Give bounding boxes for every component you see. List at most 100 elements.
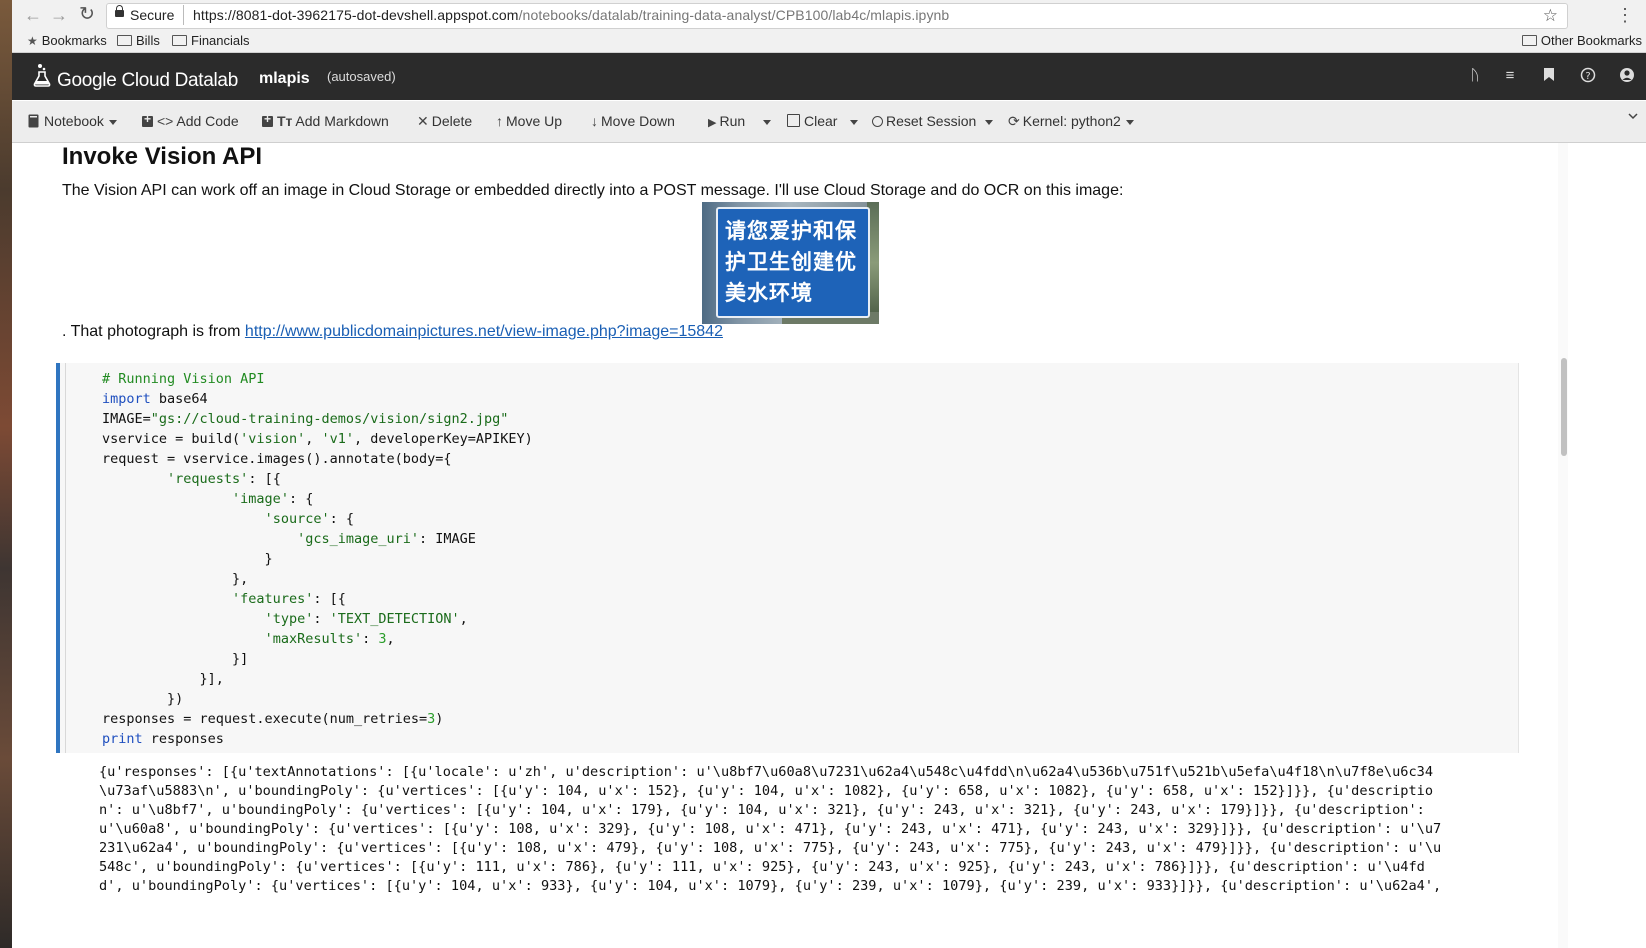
delete-button[interactable]: ✕ Delete [417, 113, 472, 130]
code-editor[interactable]: # Running Vision API import base64 IMAGE… [102, 369, 533, 749]
url-omnibox[interactable]: Secure https://8081-dot-3962175-dot-devs… [106, 3, 1568, 29]
clear-label: Clear [804, 113, 838, 129]
code-line: IMAGE="gs://cloud-training-demos/vision/… [102, 411, 509, 427]
add-markdown-button[interactable]: TтAdd Markdown [262, 112, 389, 129]
markdown-heading: Invoke Vision API [62, 143, 263, 170]
output-line: d', u'boundingPoly': {u'vertices': [{u'y… [99, 878, 1442, 894]
add-icon [142, 112, 153, 127]
bookmark-folder-bills[interactable]: Bills [117, 33, 160, 48]
code-line: vservice = build('vision', 'v1', develop… [102, 431, 533, 447]
run-label: Run [719, 113, 746, 129]
cell-gutter [65, 363, 66, 753]
reset-session-dropdown[interactable] [980, 113, 993, 129]
scrollbar-track[interactable] [1558, 143, 1568, 948]
code-line: 'source': { [264, 511, 354, 527]
output-line: 231\u62a4', u'boundingPoly': {u'vertices… [99, 840, 1442, 856]
other-bookmarks[interactable]: Other Bookmarks [1521, 33, 1642, 48]
arrow-down-icon: ↓ [591, 113, 598, 129]
save-status: (autosaved) [327, 69, 396, 84]
desktop-background [0, 0, 12, 948]
photo-source-line: . That photograph is from http://www.pub… [62, 323, 723, 341]
add-markdown-label: Add Markdown [295, 113, 389, 129]
collapse-toolbar-icon[interactable] [1628, 111, 1638, 121]
code-line: }] [102, 651, 249, 667]
move-up-button[interactable]: ↑ Move Up [496, 113, 562, 129]
reset-session-label: Reset Session [886, 113, 977, 129]
list-icon[interactable]: ≡ [1501, 67, 1519, 85]
account-icon[interactable] [1618, 67, 1636, 85]
circle-icon [872, 116, 883, 127]
datalab-header: Google Cloud Datalab mlapis (autosaved) … [12, 53, 1646, 100]
clear-dropdown[interactable] [845, 113, 858, 129]
sign-text-line: 请您爱护和保 [725, 220, 857, 243]
other-bookmarks-label: Other Bookmarks [1540, 33, 1642, 48]
code-cell[interactable]: # Running Vision API import base64 IMAGE… [56, 363, 1519, 753]
play-icon: ▶ [708, 117, 717, 129]
chevron-down-icon [763, 119, 771, 125]
arrow-up-icon: ↑ [496, 113, 503, 129]
kernel-label: Kernel: python2 [1022, 113, 1121, 129]
chevron-down-icon [985, 119, 993, 125]
code-line: }) [102, 691, 184, 707]
forward-arrow-icon[interactable]: → [48, 4, 70, 26]
star-icon: ★ [27, 34, 38, 48]
lock-icon [115, 5, 124, 17]
source-link[interactable]: http://www.publicdomainpictures.net/view… [245, 323, 723, 340]
close-icon: ✕ [417, 113, 429, 129]
code-line: 'image': { [232, 491, 314, 507]
branch-icon[interactable]: ᚢ [1466, 67, 1484, 85]
code-line: request = vservice.images().annotate(bod… [102, 451, 452, 467]
output-line: n': u'\u8bf7', u'boundingPoly': {u'verti… [99, 802, 1425, 818]
reload-icon[interactable]: ↻ [76, 4, 98, 26]
code-icon: <> [157, 113, 174, 129]
code-line: 'gcs_image_uri': IMAGE [297, 531, 476, 547]
cell-output: {u'responses': [{u'textAnnotations': [{u… [99, 763, 1519, 896]
code-line: 'features': [{ [232, 591, 346, 607]
chevron-down-icon [1125, 119, 1134, 125]
scrollbar-thumb[interactable] [1561, 358, 1567, 456]
notebook-name[interactable]: mlapis [259, 70, 310, 88]
datalab-logo-text[interactable]: Google Cloud Datalab [57, 70, 238, 92]
bookmark-icon[interactable] [1540, 67, 1558, 85]
output-line: \u73af\u5883\n', u'boundingPoly': {u'ver… [99, 783, 1434, 799]
code-line: 'requests': [{ [167, 471, 281, 487]
move-down-button[interactable]: ↓ Move Down [591, 113, 675, 129]
chevron-down-icon [850, 119, 858, 125]
notebook-toolbar: Notebook <>Add Code TтAdd Markdown ✕Dele… [12, 101, 1646, 143]
bookmark-star-icon[interactable]: ☆ [1543, 6, 1558, 26]
run-button[interactable]: ▶ Run [708, 113, 745, 129]
source-prefix: . That photograph is from [62, 323, 245, 340]
url-path: /notebooks/datalab/training-data-analyst… [518, 7, 950, 23]
help-icon[interactable]: ? [1579, 67, 1597, 85]
add-icon [262, 112, 273, 127]
browser-menu-icon[interactable]: ⋮ [1616, 4, 1634, 26]
secure-label: Secure [130, 7, 175, 23]
run-dropdown[interactable] [758, 113, 771, 129]
browser-address-bar: ← → ↻ Secure https://8081-dot-3962175-do… [12, 0, 1646, 31]
reset-session-button[interactable]: Reset Session [872, 113, 976, 129]
back-arrow-icon[interactable]: ← [22, 4, 44, 26]
bookmarks-bar: ★ Bookmarks Bills Financials Other Bookma… [12, 30, 1646, 53]
checkbox-icon [787, 114, 800, 127]
code-line: }, [102, 571, 249, 587]
sign-photo: 请您爱护和保 护卫生创建优 美水环境 [702, 202, 879, 324]
folder-icon [172, 35, 187, 46]
markdown-paragraph: The Vision API can work off an image in … [62, 182, 1124, 199]
clear-button[interactable]: Clear [787, 113, 837, 129]
code-line: import base64 [102, 391, 208, 407]
url-text[interactable]: https://8081-dot-3962175-dot-devshell.ap… [193, 7, 949, 23]
move-up-label: Move Up [506, 113, 563, 129]
code-line: # Running Vision API [102, 371, 265, 387]
kernel-selector[interactable]: ⟳ Kernel: python2 [1008, 113, 1134, 130]
text-format-icon: Tт [277, 113, 293, 129]
url-host: https://8081-dot-3962175-dot-devshell.ap… [193, 7, 519, 23]
add-code-button[interactable]: <>Add Code [142, 112, 239, 129]
bookmark-folder-financials[interactable]: Financials [172, 33, 250, 48]
notebook-menu-button[interactable]: Notebook [28, 113, 117, 129]
datalab-logo-icon [33, 64, 51, 87]
svg-text:?: ? [1585, 71, 1590, 82]
bookmark-label: Bookmarks [41, 33, 107, 48]
bookmark-bookmarks[interactable]: ★ Bookmarks [27, 33, 107, 48]
bookmark-label: Bills [136, 33, 160, 48]
code-line: responses = request.execute(num_retries=… [102, 711, 444, 727]
